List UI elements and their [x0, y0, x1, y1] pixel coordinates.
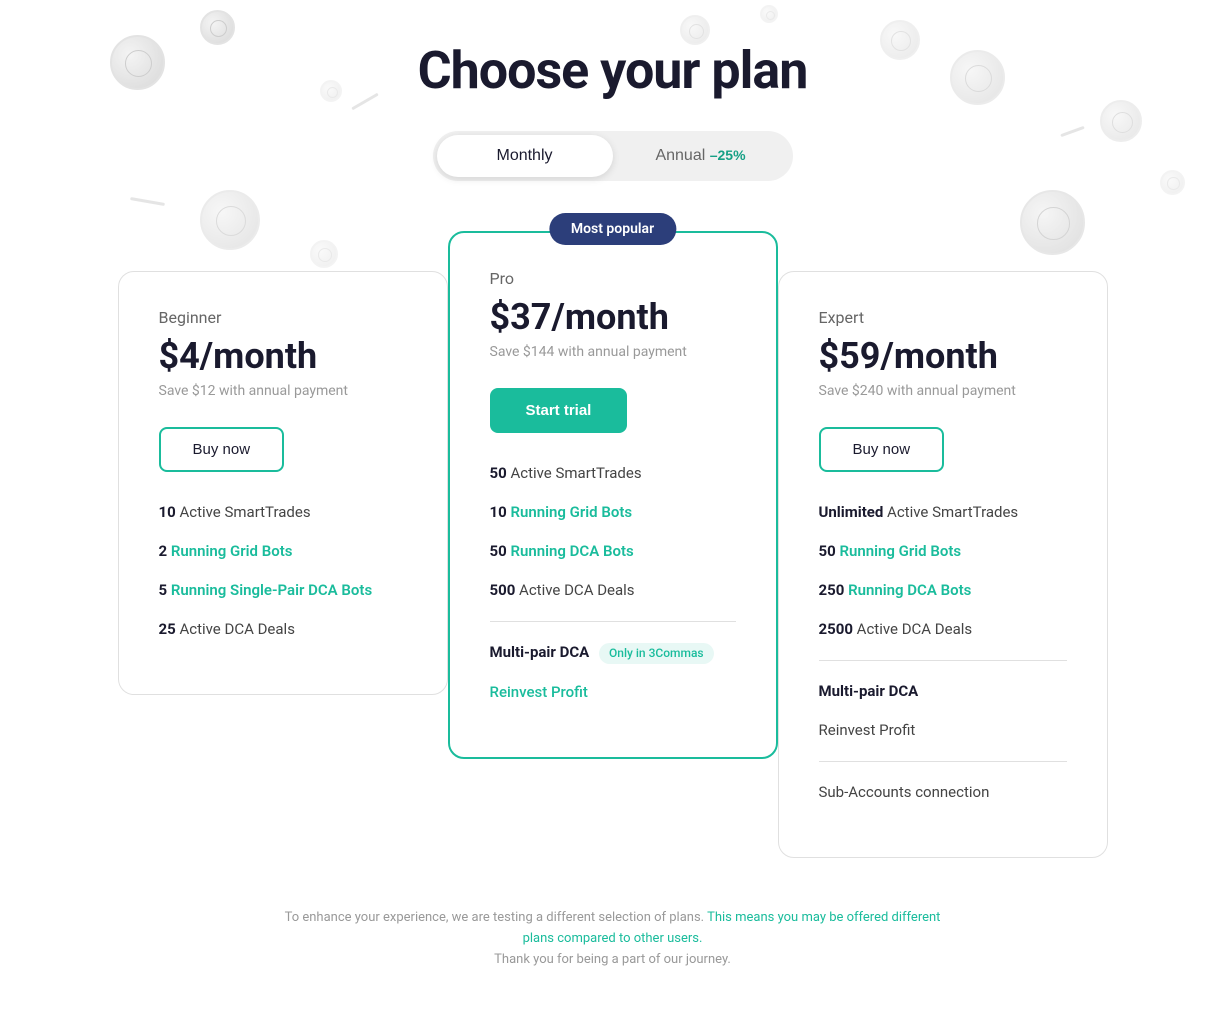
beginner-plan-name: Beginner	[159, 308, 407, 327]
footer-line1: To enhance your experience, we are testi…	[285, 910, 705, 925]
pro-start-trial-button[interactable]: Start trial	[490, 388, 628, 433]
plans-container: Beginner $4/month Save $12 with annual p…	[63, 231, 1163, 858]
expert-plan-name: Expert	[819, 308, 1067, 327]
page-title: Choose your plan	[418, 40, 808, 101]
pro-feature-4: 500 Active DCA Deals	[490, 580, 736, 601]
expert-buy-button[interactable]: Buy now	[819, 427, 945, 472]
beginner-feature-3: 5 Running Single-Pair DCA Bots	[159, 580, 407, 601]
expert-plan-savings: Save $240 with annual payment	[819, 383, 1067, 399]
beginner-feature-4: 25 Active DCA Deals	[159, 619, 407, 640]
expert-plan-price: $59/month	[819, 335, 1067, 377]
pro-feature-3: 50 Running DCA Bots	[490, 541, 736, 562]
expert-extra-2: Reinvest Profit	[819, 720, 1067, 741]
monthly-toggle-button[interactable]: Monthly	[437, 135, 613, 177]
expert-divider-1	[819, 660, 1067, 661]
pro-divider	[490, 621, 736, 622]
annual-label: Annual	[655, 147, 705, 164]
pro-extra-2: Reinvest Profit	[490, 682, 736, 703]
pro-plan-card: Most popular Pro $37/month Save $144 wit…	[448, 231, 778, 759]
expert-sub-accounts: Sub-Accounts connection	[819, 782, 1067, 803]
expert-plan-card: Expert $59/month Save $240 with annual p…	[778, 271, 1108, 858]
most-popular-badge: Most popular	[549, 213, 676, 245]
pro-feature-1: 50 Active SmartTrades	[490, 463, 736, 484]
pro-extra-1: Multi-pair DCA Only in 3Commas	[490, 642, 736, 664]
pro-plan-price: $37/month	[490, 296, 736, 338]
pro-plan-name: Pro	[490, 269, 736, 288]
annual-discount: –25%	[710, 147, 746, 163]
beginner-plan-card: Beginner $4/month Save $12 with annual p…	[118, 271, 448, 695]
billing-toggle: Monthly Annual –25%	[433, 131, 793, 181]
expert-feature-4: 2500 Active DCA Deals	[819, 619, 1067, 640]
expert-feature-3: 250 Running DCA Bots	[819, 580, 1067, 601]
only-in-3commas-badge: Only in 3Commas	[599, 643, 714, 664]
expert-extra-1: Multi-pair DCA	[819, 681, 1067, 702]
beginner-feature-1: 10 Active SmartTrades	[159, 502, 407, 523]
beginner-plan-savings: Save $12 with annual payment	[159, 383, 407, 399]
beginner-buy-button[interactable]: Buy now	[159, 427, 285, 472]
annual-toggle-button[interactable]: Annual –25%	[613, 135, 789, 177]
beginner-feature-2: 2 Running Grid Bots	[159, 541, 407, 562]
expert-feature-2: 50 Running Grid Bots	[819, 541, 1067, 562]
footer-note: To enhance your experience, we are testi…	[273, 908, 953, 970]
pro-feature-2: 10 Running Grid Bots	[490, 502, 736, 523]
expert-feature-1: Unlimited Active SmartTrades	[819, 502, 1067, 523]
pro-plan-savings: Save $144 with annual payment	[490, 344, 736, 360]
footer-line2: Thank you for being a part of our journe…	[494, 952, 731, 967]
main-content: Choose your plan Monthly Annual –25% Beg…	[0, 0, 1225, 970]
expert-divider-2	[819, 761, 1067, 762]
beginner-plan-price: $4/month	[159, 335, 407, 377]
